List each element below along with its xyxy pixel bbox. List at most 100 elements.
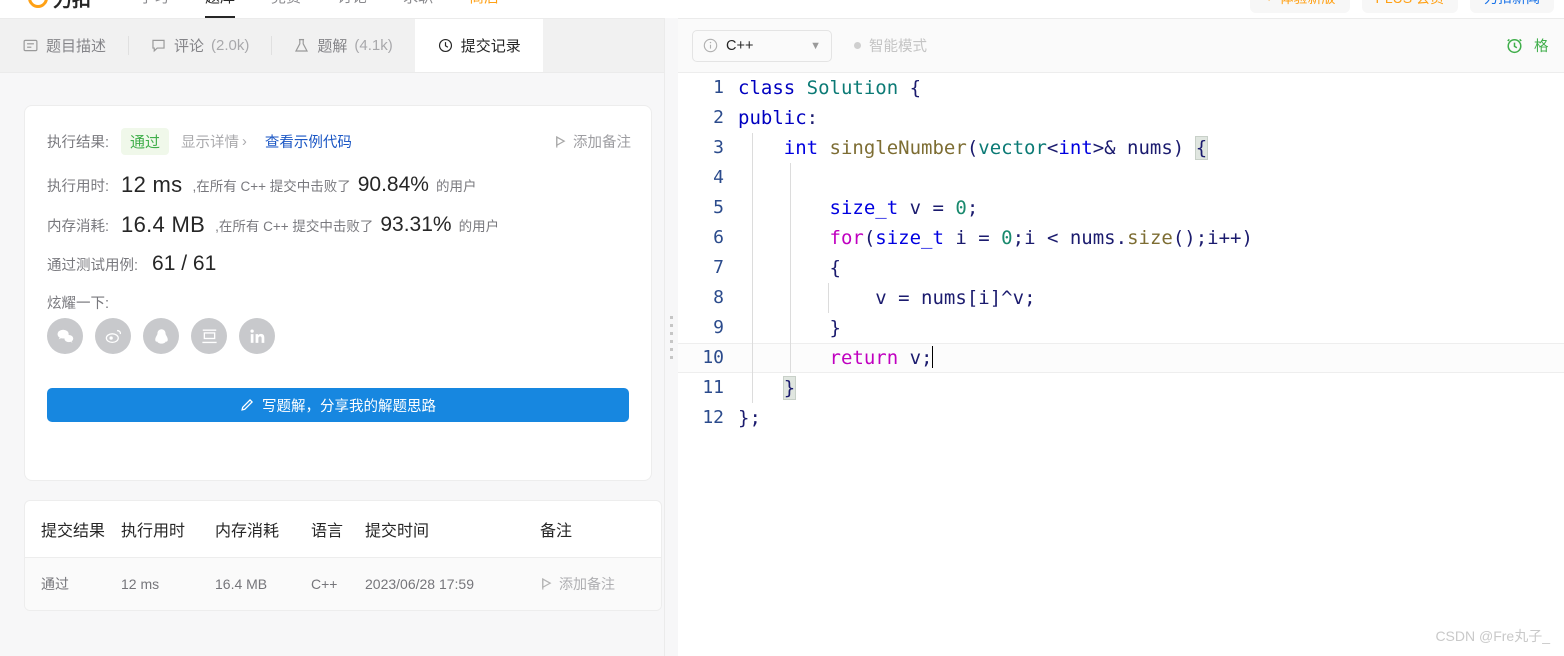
tab-solutions[interactable]: 题解 (4.1k) (271, 19, 414, 72)
col-result: 提交结果 (25, 501, 121, 558)
tab-description[interactable]: 题目描述 (0, 19, 128, 72)
leetcode-news-button[interactable]: 力扣新闻 (1470, 0, 1554, 13)
language-selector[interactable]: C++ ▼ (692, 29, 832, 62)
row-note-cell[interactable]: 添加备注 (540, 557, 661, 610)
row-add-note-button[interactable]: 添加备注 (540, 574, 661, 594)
line-number: 2 (713, 107, 724, 128)
code-token: = (898, 287, 922, 309)
code-text: v = nums[i]^v; (738, 283, 1036, 313)
indent-guide (752, 253, 753, 283)
testcases-value: 61 / 61 (152, 252, 217, 275)
code-token: Solution (806, 77, 899, 99)
view-sample-code-link[interactable]: 查看示例代码 (265, 131, 352, 152)
tab-solutions-count: (4.1k) (354, 37, 393, 54)
indent-guide (790, 343, 791, 373)
row-runtime: 12 ms (121, 557, 215, 610)
memory-row: 内存消耗: 16.4 MB ,在所有 C++ 提交中击败了 93.31% 的用户 (47, 212, 499, 238)
code-token: ( (966, 137, 979, 159)
nav-item-jobs[interactable]: 求职 (385, 0, 451, 18)
code-line[interactable]: 5 size_t v = 0; (678, 193, 1564, 223)
plus-membership-button[interactable]: PLUS 会员 (1361, 0, 1458, 13)
flag-icon (540, 577, 553, 591)
memory-percentile: 93.31% (380, 213, 452, 236)
leetcode-logo[interactable]: 力扣 (23, 0, 91, 13)
smart-mode-toggle[interactable]: 智能模式 (854, 35, 927, 56)
code-token: v (1012, 287, 1025, 309)
testcases-label: 通过测试用例: (47, 257, 139, 274)
runtime-percentile: 90.84% (357, 173, 429, 196)
indent-guide (752, 133, 753, 163)
nav-item-contest[interactable]: 竞赛 (253, 0, 319, 18)
share-label: 炫耀一下: (47, 296, 110, 312)
code-token: ; (1024, 287, 1036, 309)
timer-clock-icon[interactable] (1505, 36, 1524, 55)
add-note-button[interactable]: 添加备注 (554, 131, 631, 152)
wechat-icon[interactable] (47, 318, 83, 354)
code-line[interactable]: 4 (678, 163, 1564, 193)
qq-icon[interactable] (143, 318, 179, 354)
row-status[interactable]: 通过 (25, 557, 121, 610)
memory-suffix-text: 的用户 (458, 219, 500, 234)
code-text: class Solution { (738, 73, 921, 103)
code-line[interactable]: 12}; (678, 403, 1564, 433)
smart-mode-label: 智能模式 (869, 39, 927, 55)
col-time: 提交时间 (365, 501, 540, 558)
code-token: { (898, 77, 922, 99)
editor-toolbar-truncated-label[interactable]: 格 (1534, 35, 1550, 56)
code-line[interactable]: 3 int singleNumber(vector<int>& nums) { (678, 133, 1564, 163)
code-token: [ (966, 287, 979, 309)
line-number: 6 (713, 227, 724, 248)
nav-item-store[interactable]: 商店 (451, 0, 517, 18)
code-text: } (738, 373, 797, 403)
code-token: { (1194, 136, 1209, 160)
runtime-label: 执行用时: (47, 178, 110, 195)
code-editor[interactable]: 1 class Solution {2 public: 3 int singleNum… (678, 73, 1564, 656)
code-line[interactable]: 8 v = nums[i]^v; (678, 283, 1564, 313)
code-token: ]^ (989, 287, 1013, 309)
code-token: ) (1172, 137, 1196, 159)
result-status-row: 执行结果: 通过 显示详情 › 查看示例代码 添加备注 (47, 128, 631, 155)
indent-guide (752, 283, 753, 313)
code-token: int (1058, 137, 1093, 159)
nav-item-discuss[interactable]: 讨论 (319, 0, 385, 18)
left-panel: 题目描述 评论 (2.0k) 题解 (4.1k) 提交记录 执行结果: 通过 显… (0, 18, 664, 656)
panel-resize-handle[interactable] (664, 18, 678, 656)
indent-guide (790, 163, 791, 193)
code-line[interactable]: 9 } (678, 313, 1564, 343)
code-token: i (1207, 227, 1219, 249)
linkedin-icon[interactable] (239, 318, 275, 354)
code-token: i (978, 287, 990, 309)
code-line[interactable]: 1 class Solution { (678, 73, 1564, 103)
line-number: 12 (702, 407, 724, 428)
douban-icon[interactable] (191, 318, 227, 354)
try-new-version-button[interactable]: ▼ 体验新版 (1249, 0, 1350, 13)
show-detail-link[interactable]: 显示详情 › (181, 131, 247, 152)
code-line[interactable]: 7 { (678, 253, 1564, 283)
tab-submissions[interactable]: 提交记录 (414, 19, 543, 72)
text-cursor (931, 346, 933, 368)
tab-comments-label: 评论 (174, 38, 205, 55)
tab-description-label: 题目描述 (46, 38, 107, 55)
table-row[interactable]: 通过 12 ms 16.4 MB C++ 2023/06/28 17:59 添加… (25, 557, 661, 610)
line-number: 9 (713, 317, 724, 338)
code-token: < (1046, 227, 1070, 249)
indent-guide (752, 373, 753, 403)
plus-membership-label: PLUS 会员 (1376, 0, 1444, 8)
code-line[interactable]: 2 public: (678, 103, 1564, 133)
tab-comments[interactable]: 评论 (2.0k) (128, 19, 271, 72)
code-line[interactable]: 10 return v; (678, 343, 1564, 373)
code-line[interactable]: 11 } (678, 373, 1564, 403)
code-token: < (1046, 137, 1059, 159)
nav-item-study[interactable]: 学习 (121, 0, 187, 18)
write-solution-button[interactable]: 写题解，分享我的解题思路 (47, 388, 629, 422)
runtime-prefix-text: ,在所有 C++ 提交中击败了 (192, 179, 351, 194)
code-line[interactable]: 6 for(size_t i = 0;i < nums.size();i++) (678, 223, 1564, 253)
runtime-suffix-text: 的用户 (435, 179, 477, 194)
indent-guide (752, 343, 753, 373)
weibo-icon[interactable] (95, 318, 131, 354)
show-detail-label: 显示详情 (181, 135, 240, 151)
nav-item-problems[interactable]: 题库 (187, 0, 253, 18)
pencil-icon (240, 398, 254, 412)
